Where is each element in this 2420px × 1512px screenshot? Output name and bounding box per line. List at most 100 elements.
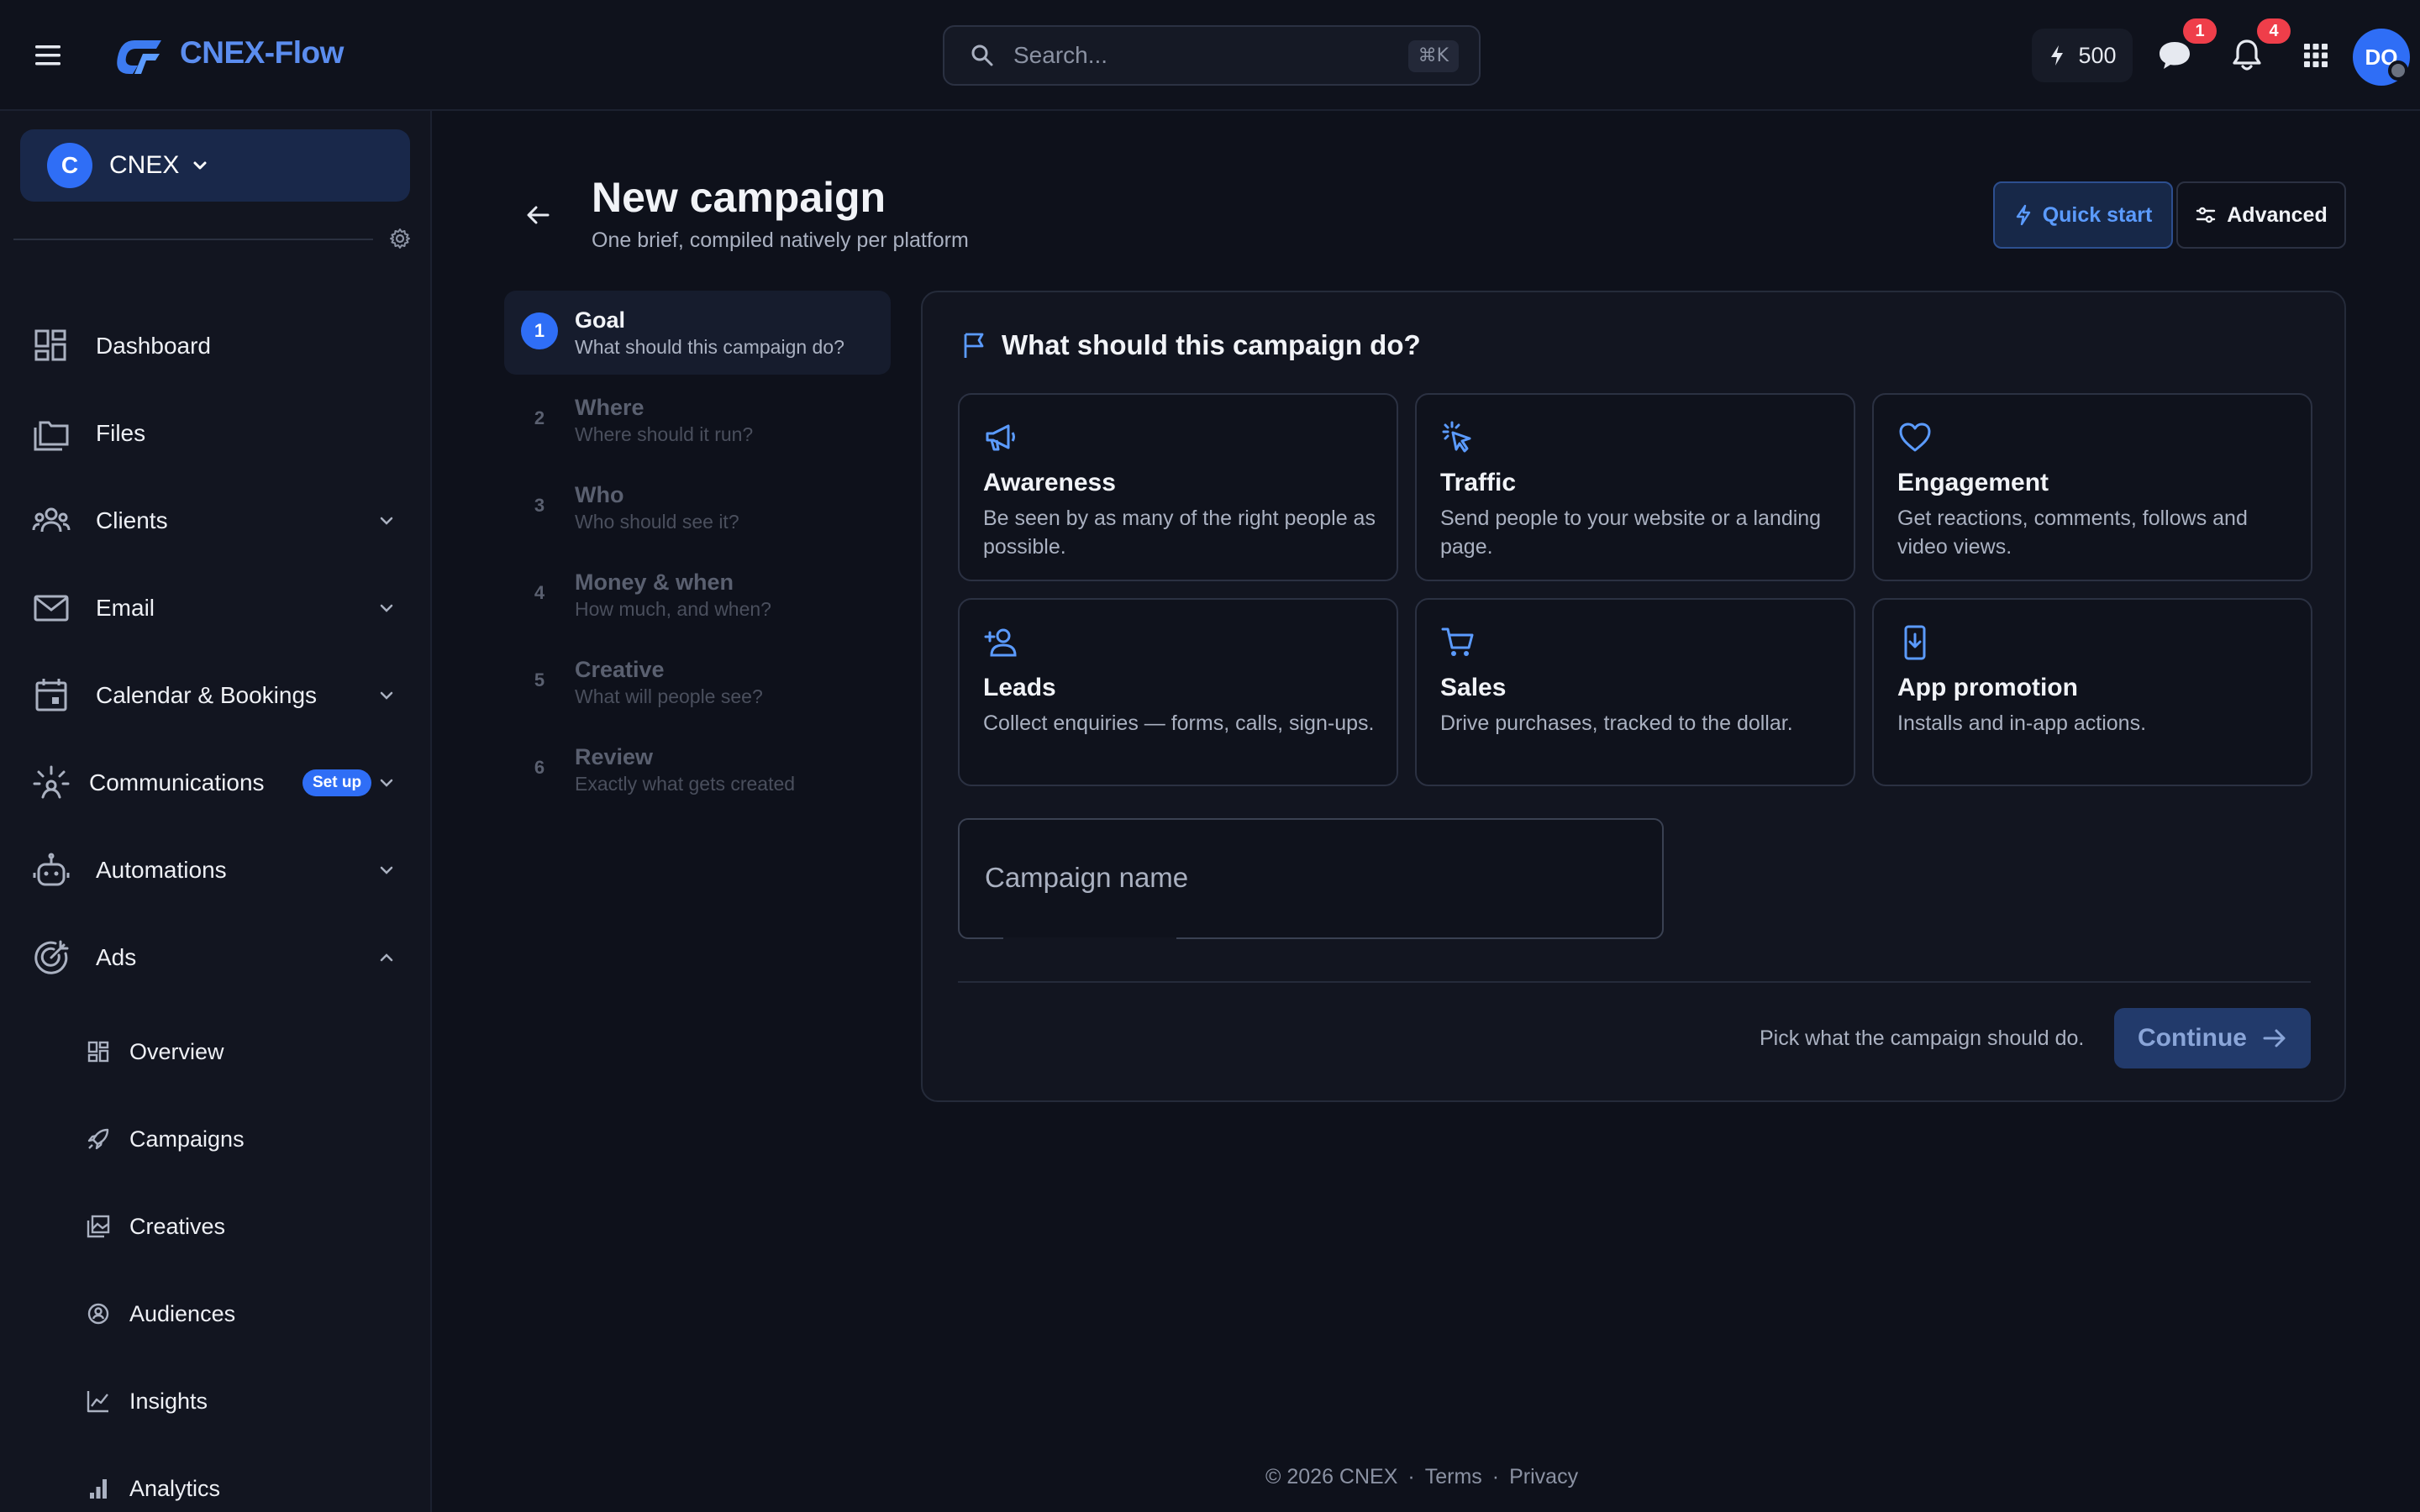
sidebar-subitem-campaigns[interactable]: Campaigns [0,1105,430,1173]
step-who[interactable]: 3 Who Who should see it? [504,465,891,549]
status-dot [2388,60,2408,81]
step-subtitle: Where should it run? [575,423,754,445]
search-shortcut: ⌘K [1407,40,1459,72]
sidebar-item-label: Dashboard [96,333,211,359]
step-subtitle: How much, and when? [575,598,771,620]
images-icon [87,1215,110,1238]
sidebar-subitem-insights[interactable]: Insights [0,1368,430,1435]
credits-button[interactable]: 500 [2032,29,2133,82]
footer-separator: · [1491,1465,1500,1488]
step-number: 3 [534,495,545,516]
broadcast-icon [33,765,70,799]
goal-title: Sales [1440,674,1507,701]
cart-icon [1441,627,1474,656]
campaign-name-field[interactable]: Campaign name [958,818,1664,939]
page-subtitle: One brief, compiled natively per platfor… [592,228,969,252]
quick-start-label: Quick start [2042,202,2153,227]
goal-card-leads[interactable]: Leads Collect enquiries — forms, calls, … [958,598,1398,786]
sidebar-item-communications[interactable]: Communications Set up [0,749,430,816]
chevron-down-icon [380,779,393,787]
footer-terms-link[interactable]: Terms [1425,1465,1482,1488]
footer-copyright: © 2026 CNEX [1265,1465,1398,1488]
bell-icon[interactable] [2228,37,2265,74]
page-title: New campaign [592,174,886,221]
notifications-badge: 4 [2257,18,2291,44]
continue-button[interactable]: Continue [2114,1008,2311,1068]
step-subtitle: What should this campaign do? [575,336,844,358]
sidebar-subitem-audiences[interactable]: Audiences [0,1280,430,1347]
step-number: 2 [534,407,545,428]
target-icon [34,940,69,974]
search-icon [971,45,993,66]
setup-badge: Set up [302,769,372,796]
menu-icon[interactable] [32,40,66,71]
quick-start-button[interactable]: Quick start [1993,181,2173,249]
chevron-up-icon [380,953,393,962]
step-goal[interactable]: 1 Goal What should this campaign do? [504,291,891,375]
goal-card-engagement[interactable]: Engagement Get reactions, comments, foll… [1872,393,2312,581]
step-creative[interactable]: 5 Creative What will people see? [504,640,891,724]
click-icon [1442,421,1471,453]
org-switcher[interactable]: C CNEX [20,129,410,202]
step-number: 1 [521,312,558,349]
sidebar-item-label: Email [96,595,155,621]
sidebar-subitem-label: Creatives [129,1213,226,1239]
footer-privacy-link[interactable]: Privacy [1509,1465,1578,1488]
messages-icon[interactable] [2156,37,2193,74]
back-arrow-icon[interactable] [523,200,553,230]
heart-icon [1899,423,1931,452]
sidebar-item-email[interactable]: Email [0,575,430,642]
step-title: Goal [575,307,626,333]
bolt-icon [2016,204,2030,226]
sidebar-item-calendar[interactable]: Calendar & Bookings [0,662,430,729]
folders-icon [34,421,69,451]
goal-title: Leads [983,674,1056,701]
sidebar-item-clients[interactable]: Clients [0,487,430,554]
goal-description: Send people to your website or a landing… [1440,507,1822,559]
goal-title: Engagement [1897,469,2049,496]
app-name[interactable]: CNEX-Flow [180,35,344,71]
goal-card-awareness[interactable]: Awareness Be seen by as many of the righ… [958,393,1398,581]
panel-title: What should this campaign do? [1002,329,1421,360]
advanced-button[interactable]: Advanced [2176,181,2346,249]
sidebar-subitem-label: Insights [129,1388,208,1414]
search-input[interactable]: Search... ⌘K [943,25,1481,86]
step-number: 4 [534,582,545,603]
logo-icon [114,37,165,77]
sidebar-item-label: Communications [89,769,265,795]
step-subtitle: Exactly what gets created [575,773,796,795]
goal-card-sales[interactable]: Sales Drive purchases, tracked to the do… [1415,598,1855,786]
grid-icon [87,1041,109,1063]
step-money-when[interactable]: 4 Money & when How much, and when? [504,553,891,637]
apps-grid-icon[interactable] [2297,37,2334,74]
sidebar-item-automations[interactable]: Automations [0,837,430,904]
sidebar-subitem-label: Audiences [129,1300,236,1326]
step-review[interactable]: 6 Review Exactly what gets created [504,727,891,811]
sidebar-subitem-analytics[interactable]: Analytics [0,1455,430,1512]
sidebar-item-label: Ads [96,944,137,970]
sidebar-item-dashboard[interactable]: Dashboard [0,312,430,380]
sidebar-item-files[interactable]: Files [0,400,430,467]
phone-download-icon [1904,625,1926,660]
goal-description: Get reactions, comments, follows and vid… [1897,507,2248,559]
goal-title: Awareness [983,469,1116,496]
step-subtitle: Who should see it? [575,511,739,533]
footer-separator: · [1407,1465,1415,1488]
robot-icon [33,853,70,886]
sidebar-item-ads[interactable]: Ads [0,924,430,991]
goal-card-app-promotion[interactable]: App promotion Installs and in-app action… [1872,598,2312,786]
bolt-icon [2051,45,2064,66]
goal-card-traffic[interactable]: Traffic Send people to your website or a… [1415,393,1855,581]
campaign-name-label: Campaign name [985,862,1189,893]
hint-text: Pick what the campaign should do. [1760,1026,2085,1050]
step-title: Creative [575,657,665,682]
goal-title: Traffic [1440,469,1517,496]
sidebar-subitem-creatives[interactable]: Creatives [0,1193,430,1260]
advanced-label: Advanced [2227,202,2328,227]
arrow-right-icon [2263,1029,2286,1047]
audience-icon [87,1303,109,1325]
gear-icon[interactable] [388,227,412,250]
sidebar-subitem-overview[interactable]: Overview [0,1018,430,1085]
step-where[interactable]: 2 Where Where should it run? [504,378,891,462]
step-title: Who [575,482,624,507]
